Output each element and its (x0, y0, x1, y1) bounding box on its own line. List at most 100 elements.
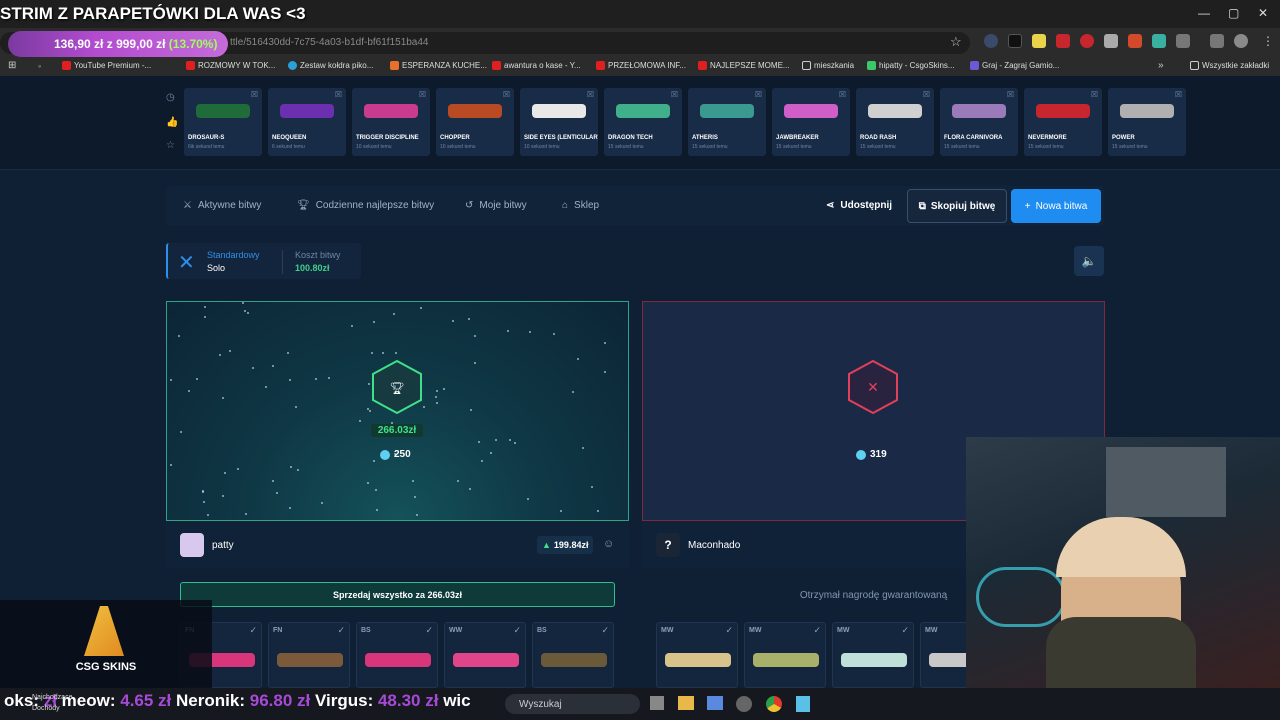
new-battle-button[interactable]: + Nowa bitwa (1011, 189, 1101, 223)
drop-name: NEVERMORE (1028, 135, 1067, 141)
drop-card[interactable]: ☒ DROSAUR-S 6ik sekund temu (184, 88, 262, 156)
item-card[interactable]: MW ✓ (832, 622, 914, 688)
maximize-icon[interactable]: ▢ (1228, 6, 1239, 20)
drop-card[interactable]: ☒ TRIGGER DISCIPLINE 10 sekund temu (352, 88, 430, 156)
folder-icon (1190, 61, 1199, 70)
weapon-image (364, 104, 418, 118)
weapon-image (1036, 104, 1090, 118)
extension-icon[interactable] (1008, 34, 1022, 48)
taskbar-search[interactable]: Wyszukaj (505, 694, 640, 714)
bookmark-esperanza[interactable]: ESPERANZA KUCHE... (390, 61, 487, 70)
extensions-puzzle-icon[interactable] (1176, 34, 1190, 48)
bookmark-youtube-premium[interactable]: YouTube Premium -... (62, 61, 151, 70)
bookmark-rozmowy[interactable]: ROZMOWY W TOK... (186, 61, 275, 70)
chrome-icon[interactable] (766, 696, 782, 712)
player-name[interactable]: Maconhado (688, 540, 740, 551)
drop-card[interactable]: ☒ FLORA CARNIVORA 15 sekund temu (940, 88, 1018, 156)
clock-icon[interactable]: ◷ (166, 92, 175, 103)
weapon-image (448, 104, 502, 118)
share-button[interactable]: ⋖ Udostępnij (826, 200, 892, 211)
item-card[interactable]: MW ✓ (744, 622, 826, 688)
star-icon[interactable]: ☆ (166, 140, 175, 151)
star-particle (529, 331, 531, 333)
sound-toggle-button[interactable]: 🔈 (1074, 246, 1104, 276)
adblock-icon[interactable] (1056, 34, 1070, 48)
item-card[interactable]: FN ✓ (268, 622, 350, 688)
sell-all-button[interactable]: Sprzedaj wszystko za 266.03zł (180, 582, 615, 607)
drop-card[interactable]: ☒ JAWBREAKER 15 sekund temu (772, 88, 850, 156)
bookmark-hipatty[interactable]: hipatty - CsgoSkins... (867, 61, 955, 70)
close-icon[interactable]: ☒ (839, 90, 846, 99)
extension-icon[interactable] (1128, 34, 1142, 48)
bookmark-dot-icon[interactable]: ◦ (38, 61, 41, 71)
bookmark-przelomowa[interactable]: PRZEŁOMOWA INF... (596, 61, 686, 70)
item-card[interactable]: MW ✓ (656, 622, 738, 688)
close-icon[interactable]: ☒ (755, 90, 762, 99)
bookmark-graj[interactable]: Graj - Zagraj Gamio... (970, 61, 1059, 70)
drop-card[interactable]: ☒ ROAD RASH 15 sekund temu (856, 88, 934, 156)
bookmark-star-icon[interactable]: ☆ (950, 34, 962, 50)
chevron-right-icon[interactable]: » (1158, 60, 1164, 71)
star-particle (367, 482, 369, 484)
app-icon[interactable] (736, 696, 752, 712)
close-icon[interactable]: ☒ (503, 90, 510, 99)
extension-icon[interactable] (1032, 34, 1046, 48)
close-icon[interactable]: ☒ (1007, 90, 1014, 99)
bookmark-awantura[interactable]: awantura o kase - Y... (492, 61, 581, 70)
nav-daily-best[interactable]: 🏆︎ Codzienne najlepsze bitwy (297, 200, 434, 211)
close-icon[interactable]: ☒ (587, 90, 594, 99)
folder-icon[interactable] (678, 696, 694, 710)
task-view-icon[interactable] (650, 696, 664, 710)
nav-active-battles[interactable]: ⚔ Aktywne bitwy (183, 200, 261, 211)
item-card[interactable]: BS ✓ (532, 622, 614, 688)
drop-card[interactable]: ☒ CHOPPER 10 sekund temu (436, 88, 514, 156)
item-wear: WW (449, 627, 463, 634)
star-particle (423, 406, 425, 408)
coin-icon (380, 449, 390, 460)
item-card[interactable]: WW ✓ (444, 622, 526, 688)
item-card[interactable]: BS ✓ (356, 622, 438, 688)
star-particle (242, 302, 244, 304)
notepad-icon[interactable] (796, 696, 810, 712)
extension-icon[interactable] (1080, 34, 1094, 48)
close-icon[interactable]: ☒ (335, 90, 342, 99)
media-icon[interactable] (1210, 34, 1224, 48)
drop-card[interactable]: ☒ NEVERMORE 15 sekund temu (1024, 88, 1102, 156)
drop-card[interactable]: ☒ POWER 15 sekund temu (1108, 88, 1186, 156)
bookmark-najlepsze[interactable]: NAJLEPSZE MOME... (698, 61, 790, 70)
close-icon[interactable]: ☒ (419, 90, 426, 99)
profile-avatar[interactable] (1234, 34, 1248, 48)
drop-card[interactable]: ☒ ATHERIS 15 sekund temu (688, 88, 766, 156)
avatar[interactable] (180, 533, 204, 557)
apps-grid-icon[interactable]: ⊞ (8, 60, 16, 71)
thumbs-up-icon[interactable]: 👍 (166, 117, 178, 128)
shield-icon[interactable] (1104, 34, 1118, 48)
smiley-icon[interactable]: ☺ (603, 538, 614, 550)
bookmark-folder-mieszkania[interactable]: mieszkania (802, 61, 854, 70)
close-icon[interactable]: ☒ (1175, 90, 1182, 99)
drop-card[interactable]: ☒ SIDE EYES (LENTICULAR) 10 sekund temu (520, 88, 598, 156)
star-particle (393, 313, 395, 315)
star-particle (204, 316, 206, 318)
star-particle (315, 378, 317, 380)
bookmark-zestaw[interactable]: Zestaw kołdra piko... (288, 61, 373, 70)
drop-time: 15 sekund temu (776, 144, 812, 150)
copy-battle-button[interactable]: ⧉ Skopiuj bitwę (907, 189, 1007, 223)
store-icon[interactable] (707, 696, 723, 710)
drop-card[interactable]: ☒ NEOQUEEN 6 sekund temu (268, 88, 346, 156)
minimize-icon[interactable]: — (1198, 6, 1210, 20)
close-icon[interactable]: ☒ (1091, 90, 1098, 99)
close-icon[interactable]: ☒ (923, 90, 930, 99)
menu-kebab-icon[interactable]: ⋮ (1262, 34, 1274, 48)
extension-icon[interactable] (984, 34, 998, 48)
item-wear: MW (749, 627, 762, 634)
extension-icon[interactable] (1152, 34, 1166, 48)
close-icon[interactable]: ☒ (671, 90, 678, 99)
player-name[interactable]: patty (212, 540, 234, 551)
drop-card[interactable]: ☒ DRAGON TECH 15 sekund temu (604, 88, 682, 156)
nav-shop[interactable]: ⌂ Sklep (562, 200, 599, 211)
close-icon[interactable]: ☒ (251, 90, 258, 99)
nav-my-battles[interactable]: ↺ Moje bitwy (465, 200, 527, 211)
close-icon[interactable]: ✕ (1258, 6, 1268, 20)
bookmark-all[interactable]: Wszystkie zakładki (1190, 61, 1269, 70)
